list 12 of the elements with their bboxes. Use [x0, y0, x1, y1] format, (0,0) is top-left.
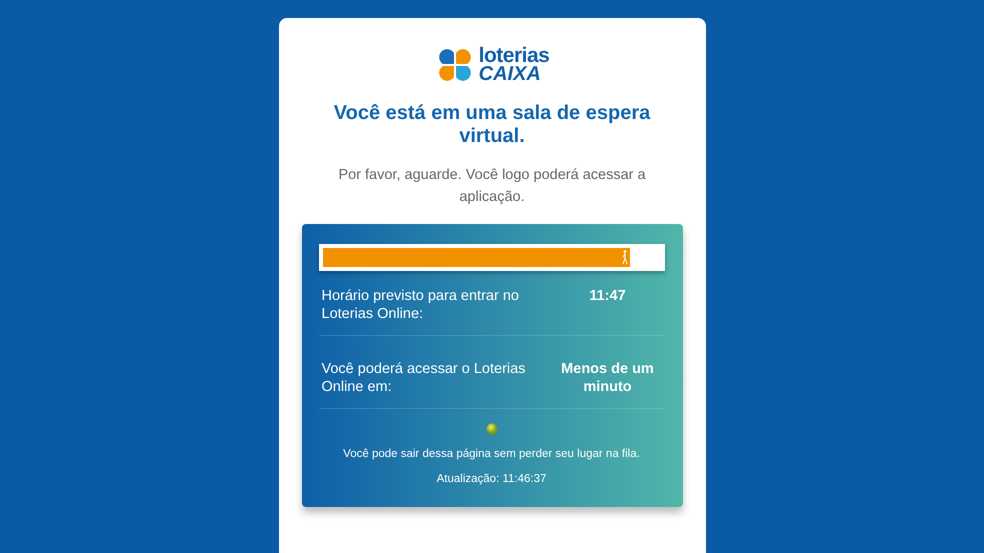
info-value: Menos de um minuto: [560, 360, 655, 396]
info-label: Você poderá acessar o Loterias Online em:: [322, 360, 526, 396]
subtitle-text: Por favor, aguarde. Você logo poderá acessar a aplicação.: [337, 166, 647, 207]
info-value: 11:47: [588, 287, 627, 306]
logo-wordmark: CAIXA: [478, 65, 542, 84]
walking-person-icon: [622, 250, 628, 265]
update-time: Atualização: 11:46:37: [436, 473, 546, 485]
info-label: Horário previsto para entrar no Loterias Online:: [322, 287, 520, 323]
page-title: Você está em uma sala de espera virtual.: [332, 102, 652, 148]
logo-wordmark: loterias: [478, 46, 550, 66]
status-dot-icon: [486, 423, 498, 435]
notice-text: Você pode sair dessa página sem perder seu lugar na fila.: [343, 448, 640, 460]
